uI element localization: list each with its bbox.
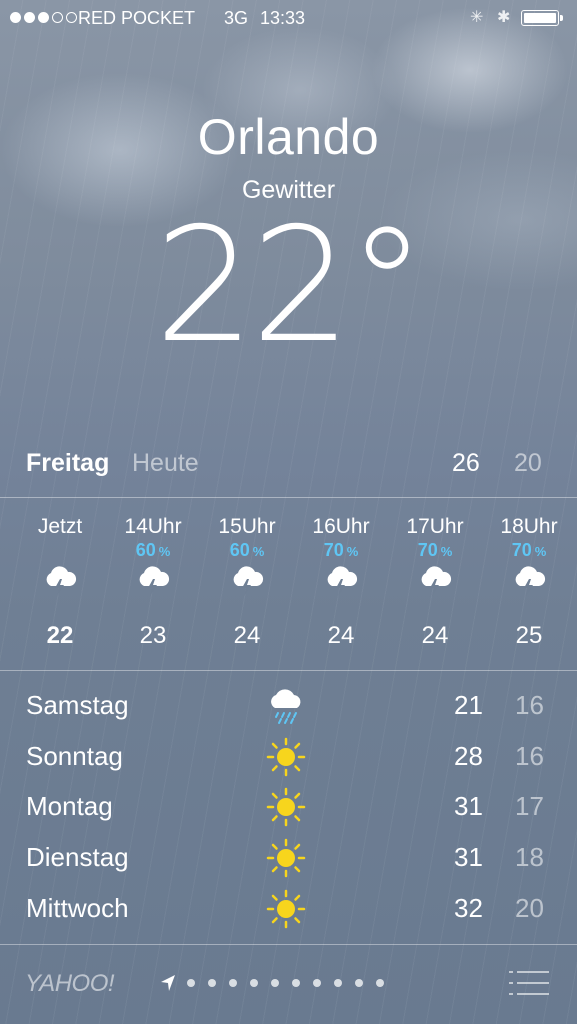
precip-chance bbox=[12, 540, 108, 566]
network-type: 3G bbox=[224, 8, 249, 28]
today-high: 26 bbox=[452, 449, 480, 477]
sun-icon bbox=[266, 889, 306, 936]
battery-full-icon bbox=[521, 10, 563, 26]
hour-column: 17Uhr 70% 24 bbox=[387, 515, 483, 650]
forecast-day: Dienstag bbox=[26, 842, 129, 872]
temperature-value: 22 bbox=[154, 194, 351, 378]
hour-temp: 22 bbox=[46, 622, 74, 649]
forecast-row: Sonntag 28 16 bbox=[0, 737, 577, 783]
city-list-icon[interactable] bbox=[509, 970, 549, 1001]
forecast-row: Mittwoch 32 20 bbox=[0, 889, 577, 935]
page-dot bbox=[187, 979, 195, 987]
precip-chance: 70% bbox=[323, 540, 359, 560]
divider bbox=[0, 497, 577, 498]
forecast-row: Samstag 21 16 bbox=[0, 686, 577, 732]
divider bbox=[0, 944, 577, 945]
thunderstorm-icon bbox=[293, 566, 389, 612]
current-temperature: 22° bbox=[0, 207, 577, 365]
forecast-day: Samstag bbox=[26, 690, 129, 720]
forecast-day: Sonntag bbox=[26, 741, 123, 771]
today-day: Freitag bbox=[26, 449, 110, 477]
hour-column: 15Uhr 60% 24 bbox=[199, 515, 295, 650]
hour-column: Jetzt 22 bbox=[12, 515, 108, 650]
page-dot bbox=[355, 979, 363, 987]
today-low: 20 bbox=[514, 449, 542, 477]
hour-temp: 24 bbox=[233, 622, 261, 649]
forecast-day: Mittwoch bbox=[26, 893, 129, 923]
page-dot bbox=[313, 979, 321, 987]
city-name: Orlando bbox=[197, 109, 380, 165]
sun-icon bbox=[266, 838, 306, 885]
hour-temp: 23 bbox=[139, 622, 167, 649]
activity-icon: ✳ bbox=[470, 9, 484, 26]
hour-column: 18Uhr 70% 25 bbox=[481, 515, 577, 650]
signal-dot bbox=[52, 12, 63, 23]
page-dot bbox=[292, 979, 300, 987]
precip-chance: 60% bbox=[229, 540, 265, 560]
precip-chance: 70% bbox=[417, 540, 453, 560]
forecast-high: 28 bbox=[454, 741, 483, 771]
thunderstorm-icon bbox=[481, 566, 577, 612]
clock: 13:33 bbox=[260, 8, 306, 28]
forecast-low: 17 bbox=[515, 791, 544, 821]
hour-time: 16Uhr bbox=[312, 515, 370, 538]
signal-dot bbox=[10, 12, 21, 23]
forecast-day: Montag bbox=[26, 791, 113, 821]
thunderstorm-icon bbox=[387, 566, 483, 612]
hour-time: Jetzt bbox=[37, 515, 83, 538]
hour-column: 16Uhr 70% 24 bbox=[293, 515, 389, 650]
page-dot bbox=[208, 979, 216, 987]
status-bar: RED POCKET 3G 13:33 ✳ ✱ bbox=[0, 0, 577, 38]
forecast-row: Dienstag 31 18 bbox=[0, 838, 577, 884]
degree-symbol: ° bbox=[347, 194, 427, 378]
forecast-high: 21 bbox=[454, 690, 483, 720]
forecast-low: 16 bbox=[515, 690, 544, 720]
hour-time: 17Uhr bbox=[406, 515, 464, 538]
thunderstorm-icon bbox=[199, 566, 295, 612]
page-dot bbox=[334, 979, 342, 987]
thunderstorm-icon bbox=[12, 566, 108, 612]
carrier-name: RED POCKET bbox=[78, 8, 196, 28]
signal-dot bbox=[24, 12, 35, 23]
signal-dot bbox=[66, 12, 77, 23]
today-summary-row: Freitag Heute 26 20 bbox=[0, 449, 577, 489]
forecast-high: 31 bbox=[454, 791, 483, 821]
hour-time: 15Uhr bbox=[218, 515, 276, 538]
hour-column: 14Uhr 60% 23 bbox=[105, 515, 201, 650]
forecast-low: 16 bbox=[515, 741, 544, 771]
precip-chance: 60% bbox=[135, 540, 171, 560]
hour-time: 18Uhr bbox=[500, 515, 558, 538]
page-dot bbox=[376, 979, 384, 987]
location-arrow-icon[interactable] bbox=[160, 974, 176, 997]
hour-temp: 25 bbox=[515, 622, 543, 649]
forecast-high: 31 bbox=[454, 842, 483, 872]
thunderstorm-icon bbox=[105, 566, 201, 612]
bottom-toolbar: YAHOO! bbox=[0, 948, 577, 1024]
signal-dot bbox=[38, 12, 49, 23]
hour-temp: 24 bbox=[327, 622, 355, 649]
rain-cloud-icon bbox=[266, 686, 306, 733]
bluetooth-icon: ✱ bbox=[497, 9, 511, 26]
page-dot bbox=[271, 979, 279, 987]
yahoo-logo[interactable]: YAHOO! bbox=[25, 970, 115, 998]
divider bbox=[0, 670, 577, 671]
page-indicator[interactable] bbox=[187, 979, 384, 987]
forecast-row: Montag 31 17 bbox=[0, 787, 577, 833]
signal-strength-icon bbox=[10, 12, 77, 23]
hour-temp: 24 bbox=[421, 622, 449, 649]
hour-time: 14Uhr bbox=[124, 515, 182, 538]
sun-icon bbox=[266, 737, 306, 784]
page-dot bbox=[229, 979, 237, 987]
today-label: Heute bbox=[132, 449, 199, 477]
sun-icon bbox=[266, 787, 306, 834]
forecast-low: 20 bbox=[515, 893, 544, 923]
forecast-low: 18 bbox=[515, 842, 544, 872]
precip-chance: 70% bbox=[511, 540, 547, 560]
page-dot bbox=[250, 979, 258, 987]
forecast-high: 32 bbox=[454, 893, 483, 923]
